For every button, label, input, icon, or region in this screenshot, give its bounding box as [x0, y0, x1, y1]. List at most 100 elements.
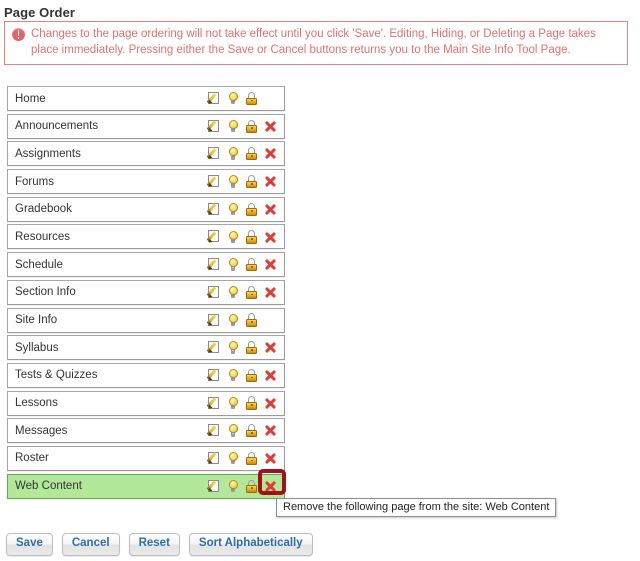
sort-alphabetically-button[interactable]: Sort Alphabetically: [188, 533, 313, 556]
pencil-edit-icon[interactable]: [206, 285, 221, 299]
page-row-label: Web Content: [15, 480, 82, 493]
red-x-delete-icon[interactable]: [264, 341, 278, 355]
pencil-edit-icon[interactable]: [206, 451, 221, 465]
pencil-edit-icon[interactable]: [206, 92, 221, 106]
pencil-edit-icon[interactable]: [206, 202, 221, 216]
red-x-delete-icon[interactable]: [264, 368, 278, 382]
pencil-edit-icon[interactable]: [206, 230, 221, 244]
page-title: Page Order: [4, 5, 76, 20]
page-row[interactable]: Gradebook: [7, 196, 285, 222]
pencil-edit-icon[interactable]: [206, 424, 221, 438]
page-row[interactable]: Home: [7, 86, 285, 111]
page-row-label: Tests & Quizzes: [15, 369, 98, 382]
page-row-actions: [206, 119, 278, 133]
pencil-edit-icon[interactable]: [206, 119, 221, 133]
page-row[interactable]: Site Info: [7, 307, 285, 333]
red-x-delete-icon[interactable]: [264, 396, 278, 410]
padlock-icon[interactable]: [245, 396, 259, 410]
pencil-edit-icon[interactable]: [206, 147, 221, 161]
padlock-icon[interactable]: [245, 451, 259, 466]
red-x-delete-icon[interactable]: [264, 147, 278, 161]
lightbulb-icon[interactable]: [226, 313, 240, 327]
page-order-list: Home Announcements Assignments Forums Gradeb…: [7, 86, 285, 501]
padlock-icon[interactable]: [245, 479, 259, 493]
lightbulb-icon[interactable]: [226, 368, 240, 382]
page-row-actions: [206, 313, 278, 327]
page-row-label: Home: [15, 92, 46, 105]
delete-icon-placeholder: [264, 313, 278, 327]
page-row[interactable]: Resources: [7, 224, 285, 250]
lightbulb-icon[interactable]: [226, 230, 240, 244]
lightbulb-icon[interactable]: [226, 175, 240, 189]
pencil-edit-icon[interactable]: [206, 175, 221, 189]
alert-message: Changes to the page ordering will not ta…: [31, 28, 596, 56]
padlock-icon[interactable]: [245, 424, 259, 438]
lightbulb-icon[interactable]: [226, 285, 240, 299]
save-button[interactable]: Save: [6, 533, 53, 556]
page-row[interactable]: Lessons: [7, 390, 285, 416]
pencil-edit-icon[interactable]: [206, 313, 221, 327]
red-x-delete-icon[interactable]: [264, 424, 278, 438]
padlock-icon[interactable]: [245, 285, 259, 299]
reset-button[interactable]: Reset: [128, 533, 180, 556]
lightbulb-icon[interactable]: [226, 119, 240, 133]
padlock-icon[interactable]: [245, 230, 259, 244]
warning-alert: Changes to the page ordering will not ta…: [4, 21, 628, 65]
page-row-label: Section Info: [15, 286, 76, 299]
red-x-delete-icon[interactable]: [264, 175, 278, 189]
page-row[interactable]: Schedule: [7, 252, 285, 278]
padlock-icon[interactable]: [245, 368, 259, 382]
padlock-icon[interactable]: [245, 147, 259, 161]
page-row-label: Roster: [15, 452, 49, 465]
page-row-actions: [206, 202, 278, 216]
padlock-icon[interactable]: [245, 202, 259, 216]
page-row[interactable]: Announcements: [7, 113, 285, 139]
red-x-delete-icon[interactable]: [264, 479, 278, 493]
page-row-label: Site Info: [15, 314, 58, 326]
cancel-button[interactable]: Cancel: [61, 533, 120, 556]
red-x-delete-icon[interactable]: [264, 285, 278, 299]
page-row-actions: [206, 174, 278, 189]
page-row-actions: [206, 368, 278, 382]
lightbulb-icon[interactable]: [226, 479, 240, 493]
page-row[interactable]: Syllabus: [7, 335, 285, 361]
lightbulb-icon[interactable]: [226, 92, 240, 106]
red-x-delete-icon[interactable]: [264, 119, 278, 133]
padlock-icon[interactable]: [245, 341, 259, 355]
page-row[interactable]: Section Info: [7, 279, 285, 305]
pencil-edit-icon[interactable]: [206, 396, 221, 410]
page-row-label: Lessons: [15, 397, 58, 410]
red-x-delete-icon[interactable]: [264, 230, 278, 244]
alert-circle-icon: [12, 28, 25, 41]
page-row[interactable]: Tests & Quizzes: [7, 362, 285, 388]
pencil-edit-icon[interactable]: [206, 258, 221, 272]
delete-tooltip: Remove the following page from the site:…: [276, 498, 557, 517]
page-row[interactable]: Forums: [7, 169, 285, 195]
pencil-edit-icon[interactable]: [206, 341, 221, 355]
page-row-label: Assignments: [15, 147, 81, 160]
page-row[interactable]: Messages: [7, 418, 285, 444]
page-row-label: Resources: [15, 230, 70, 243]
page-row[interactable]: Roster: [7, 445, 285, 471]
pencil-edit-icon[interactable]: [206, 479, 221, 493]
padlock-icon[interactable]: [245, 174, 259, 189]
lightbulb-icon[interactable]: [226, 341, 240, 355]
pencil-edit-icon[interactable]: [206, 368, 221, 382]
padlock-icon[interactable]: [245, 258, 259, 272]
lightbulb-icon[interactable]: [226, 202, 240, 216]
padlock-icon[interactable]: [245, 91, 259, 106]
page-row-actions: [206, 91, 278, 106]
padlock-icon[interactable]: [245, 313, 259, 327]
page-row[interactable]: Assignments: [7, 141, 285, 167]
red-x-delete-icon[interactable]: [264, 202, 278, 216]
padlock-icon[interactable]: [245, 119, 259, 133]
page-row[interactable]: Web Content: [7, 473, 285, 499]
page-row-actions: [206, 285, 278, 299]
lightbulb-icon[interactable]: [226, 424, 240, 438]
red-x-delete-icon[interactable]: [264, 258, 278, 272]
lightbulb-icon[interactable]: [226, 451, 240, 465]
lightbulb-icon[interactable]: [226, 396, 240, 410]
lightbulb-icon[interactable]: [226, 147, 240, 161]
red-x-delete-icon[interactable]: [264, 451, 278, 465]
lightbulb-icon[interactable]: [226, 258, 240, 272]
